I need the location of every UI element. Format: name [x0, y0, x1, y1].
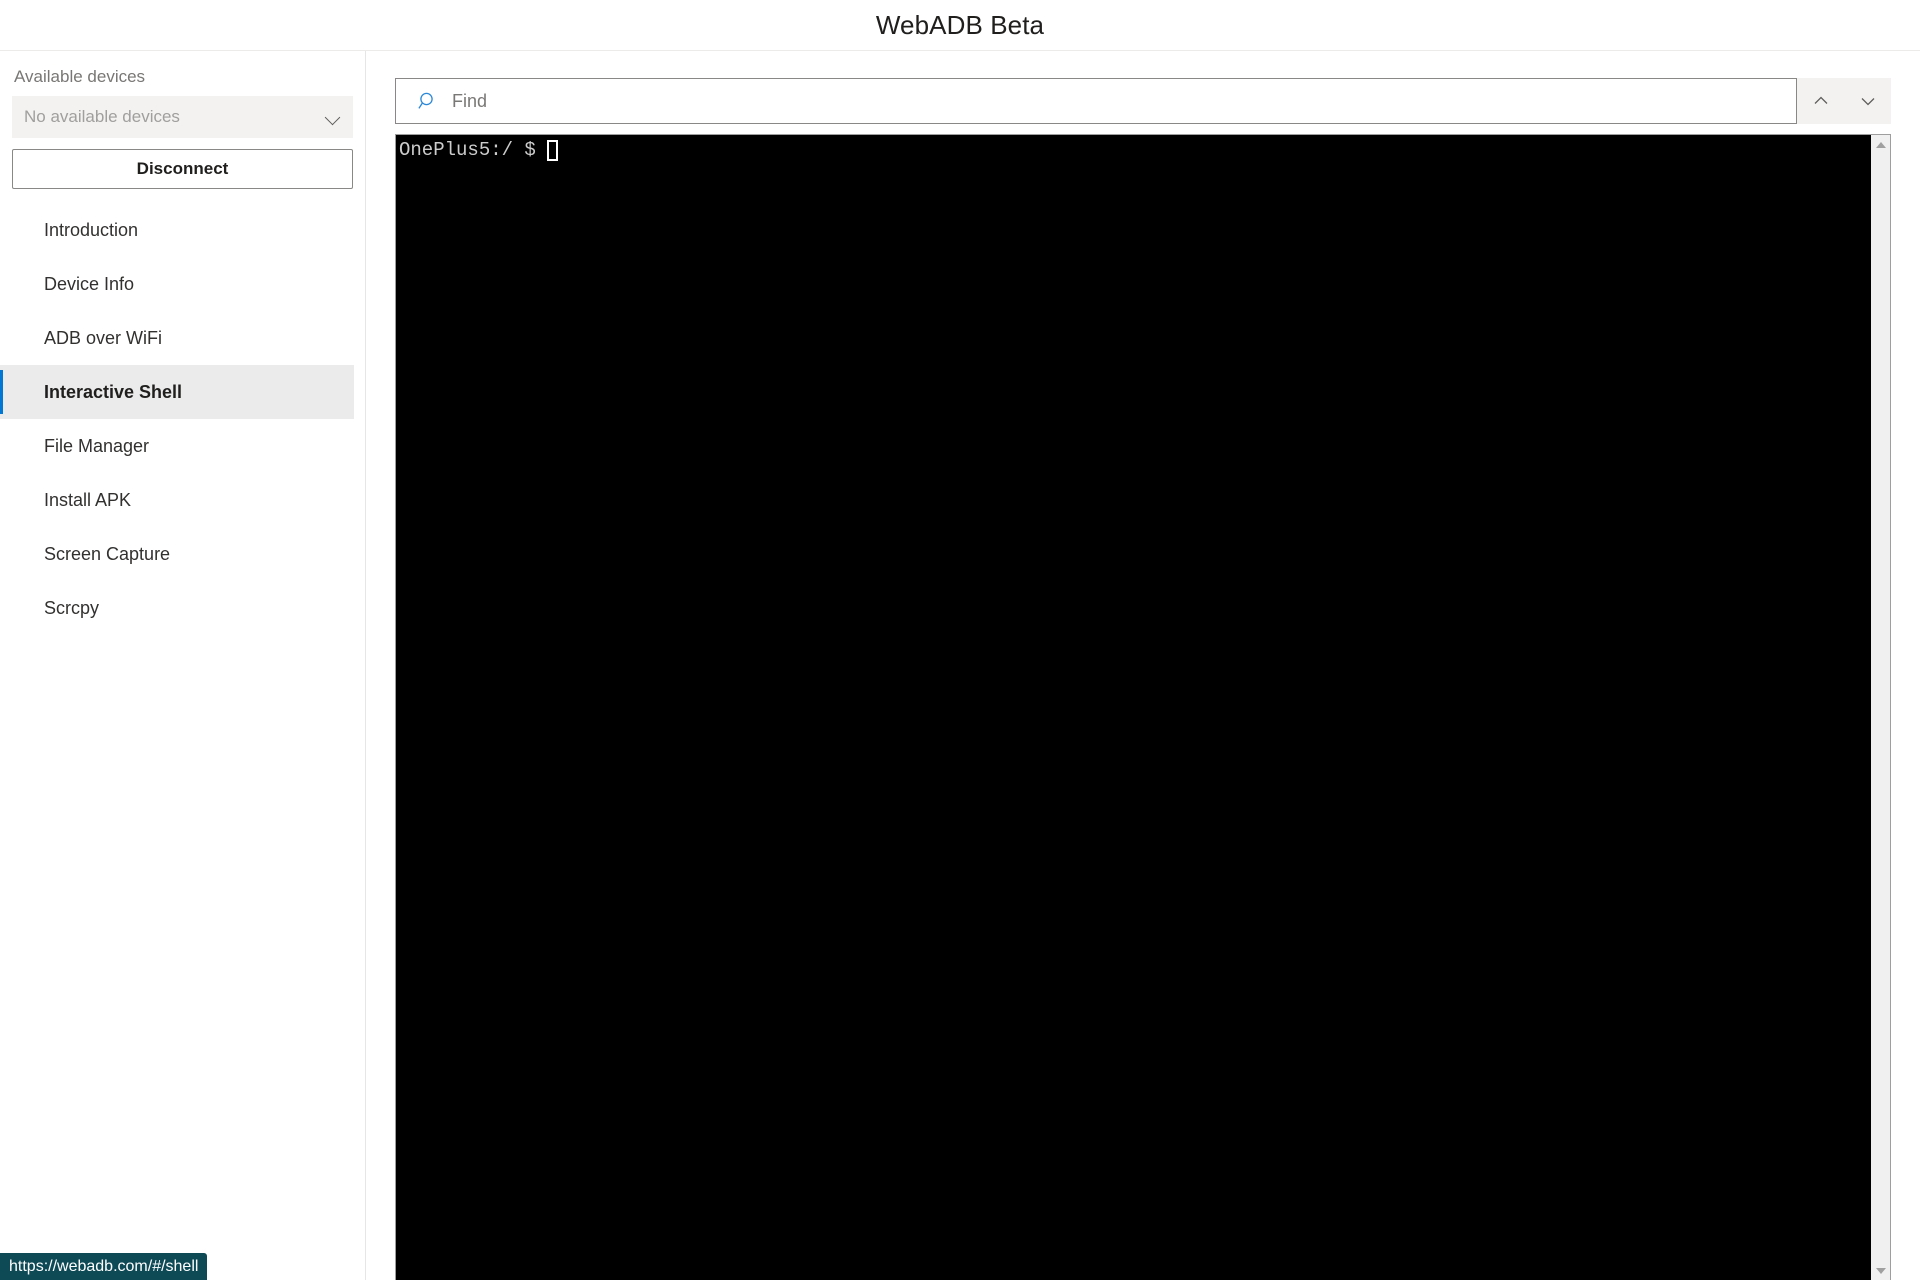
sidebar-item-install-apk[interactable]: Install APK: [0, 473, 354, 527]
sidebar-item-label: Install APK: [44, 489, 132, 510]
terminal-line: OnePlus5:/ $: [399, 139, 1870, 162]
sidebar-item-introduction[interactable]: Introduction: [0, 203, 354, 257]
sidebar-item-label: Interactive Shell: [44, 381, 183, 402]
app-root: WebADB Beta Available devices No availab…: [0, 0, 1920, 1280]
sidebar-item-device-info[interactable]: Device Info: [0, 257, 354, 311]
terminal-cursor: [546, 140, 558, 161]
disconnect-button[interactable]: Disconnect: [12, 149, 353, 189]
sidebar-nav: Introduction Device Info ADB over WiFi I…: [0, 203, 365, 635]
page-title: WebADB Beta: [875, 9, 1045, 40]
device-select-dropdown[interactable]: No available devices: [12, 96, 353, 138]
sidebar-item-label: Introduction: [44, 219, 139, 240]
device-select-value: No available devices: [24, 107, 180, 126]
find-toolbar: [395, 78, 1891, 124]
sidebar-item-label: Screen Capture: [44, 543, 171, 564]
status-bar-url: https://webadb.com/#/shell: [0, 1253, 208, 1280]
scroll-down-arrow-icon[interactable]: [1871, 1261, 1891, 1280]
sidebar-item-label: ADB over WiFi: [44, 327, 163, 348]
available-devices-label: Available devices: [14, 67, 146, 86]
find-next-button[interactable]: [1844, 78, 1891, 124]
sidebar-item-scrcpy[interactable]: Scrcpy: [0, 581, 354, 635]
find-input-container[interactable]: [395, 78, 1797, 124]
main-content: OnePlus5:/ $: [367, 51, 1920, 1280]
find-input[interactable]: [452, 79, 1796, 123]
triangle-down-glyph: [1876, 1268, 1886, 1274]
terminal-scrollbar[interactable]: [1870, 135, 1890, 1280]
chevron-down-icon: [1858, 91, 1878, 111]
chevron-down-icon: [325, 109, 341, 125]
find-previous-button[interactable]: [1797, 78, 1844, 124]
app-header: WebADB Beta: [0, 0, 1920, 51]
sidebar-item-screen-capture[interactable]: Screen Capture: [0, 527, 354, 581]
sidebar-item-label: Device Info: [44, 273, 135, 294]
chevron-up-icon: [1811, 91, 1831, 111]
sidebar-item-interactive-shell[interactable]: Interactive Shell: [0, 365, 354, 419]
search-icon: [418, 91, 438, 111]
triangle-up-glyph: [1876, 142, 1886, 148]
sidebar-item-adb-over-wifi[interactable]: ADB over WiFi: [0, 311, 354, 365]
sidebar-item-file-manager[interactable]: File Manager: [0, 419, 354, 473]
sidebar: Available devices No available devices D…: [0, 51, 366, 1280]
terminal-container: OnePlus5:/ $: [395, 134, 1891, 1280]
terminal-output[interactable]: OnePlus5:/ $: [396, 135, 1870, 1280]
sidebar-item-label: Scrcpy: [44, 597, 100, 618]
sidebar-item-label: File Manager: [44, 435, 150, 456]
scroll-up-arrow-icon[interactable]: [1871, 135, 1891, 155]
terminal-prompt: OnePlus5:/ $: [399, 139, 536, 161]
